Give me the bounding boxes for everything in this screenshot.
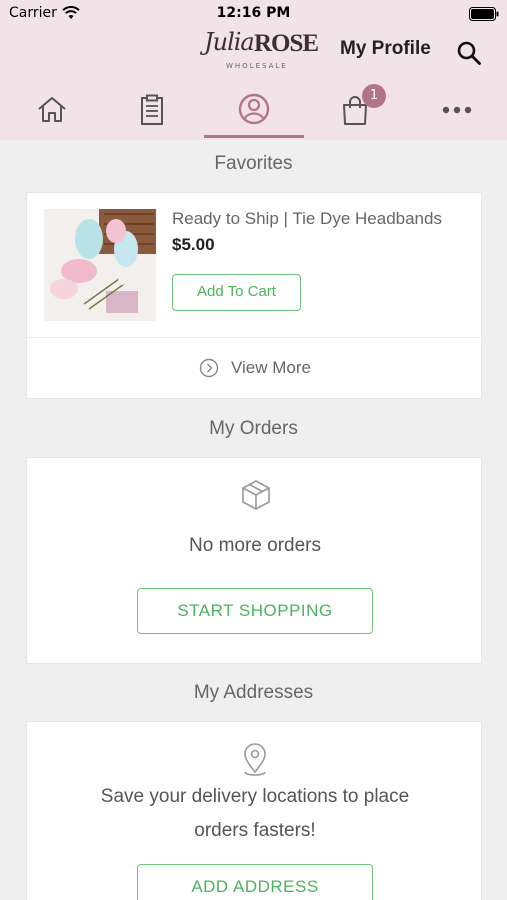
tab-more[interactable]	[407, 82, 507, 138]
tab-cart[interactable]	[305, 82, 405, 138]
home-icon	[38, 97, 66, 122]
page-title: My Profile	[340, 38, 431, 59]
tab-home[interactable]	[2, 82, 102, 138]
location-pin-icon	[244, 743, 266, 776]
view-more-label: View More	[231, 358, 311, 377]
addresses-text-line2: orders fasters!	[194, 820, 316, 841]
add-to-cart-button[interactable]: Add To Cart	[172, 274, 301, 311]
chevron-right-circle-icon	[199, 358, 219, 378]
logo-bold: ROSE	[254, 30, 319, 57]
orders-title: My Orders	[209, 418, 298, 439]
favorites-card: Ready to Ship | Tie Dye Headbands $5.00 …	[26, 192, 483, 399]
logo-sub: WHOLESALE	[226, 62, 288, 70]
view-more-link[interactable]: View More	[27, 355, 483, 381]
user-circle-icon	[238, 93, 270, 124]
status-time: 12:16 PM	[216, 5, 291, 21]
favorites-title: Favorites	[214, 153, 293, 174]
tab-profile[interactable]	[204, 82, 304, 138]
battery-icon	[469, 7, 499, 21]
card-divider	[27, 337, 483, 338]
start-shopping-button[interactable]: START SHOPPING	[137, 588, 373, 634]
product-name[interactable]: Ready to Ship | Tie Dye Headbands	[172, 209, 442, 229]
addresses-card: Save your delivery locations to place or…	[26, 721, 482, 900]
add-address-button[interactable]: ADD ADDRESS	[137, 864, 373, 900]
brand-logo[interactable]: Julia ROSE WHOLESALE	[204, 28, 319, 72]
addresses-title: My Addresses	[193, 682, 314, 703]
product-photo	[44, 209, 156, 321]
box-icon	[242, 480, 270, 510]
top-bar: Carrier 12:16 PM Julia ROSE WHOLESALE My…	[0, 0, 507, 140]
orders-empty-text: No more orders	[189, 535, 321, 556]
orders-card: No more orders START SHOPPING	[26, 457, 482, 664]
tab-bar: 1	[0, 82, 507, 140]
addresses-text-line1: Save your delivery locations to place	[100, 786, 410, 807]
clipboard-icon	[141, 94, 163, 125]
product-price: $5.00	[172, 235, 215, 254]
cart-badge: 1	[362, 84, 386, 108]
product-image[interactable]	[44, 209, 156, 321]
logo-script: Julia	[204, 28, 255, 56]
search-icon[interactable]	[456, 40, 482, 66]
more-icon	[442, 106, 472, 114]
app-header: Julia ROSE WHOLESALE My Profile	[0, 28, 507, 78]
tab-orders[interactable]	[102, 82, 202, 138]
status-bar: Carrier 12:16 PM	[0, 0, 507, 28]
